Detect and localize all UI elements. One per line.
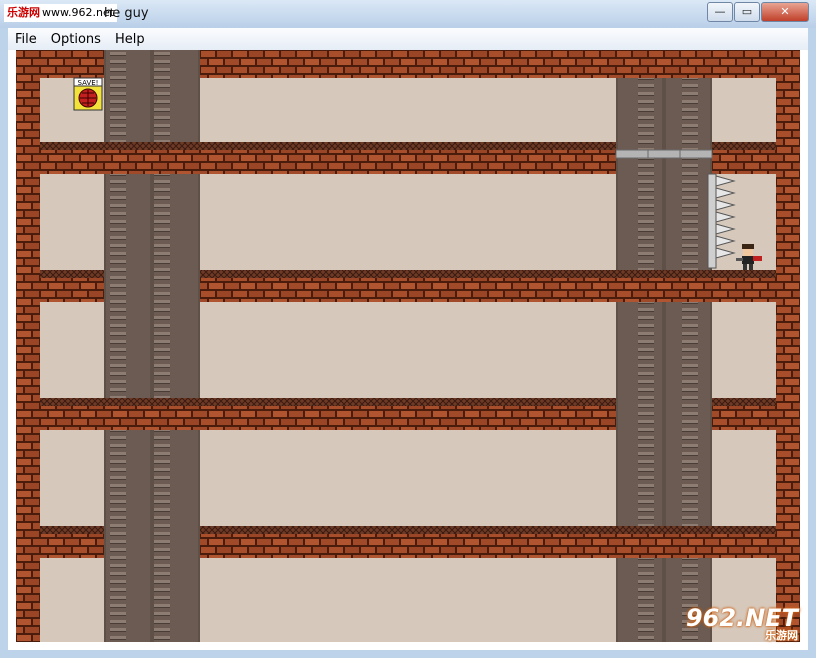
game-viewport[interactable]: SAVE! 962.NET 乐游网 (8, 50, 808, 650)
minimize-button[interactable]: — (707, 2, 733, 22)
menu-help[interactable]: Help (108, 32, 152, 47)
logo-subtext: 乐游网 (765, 629, 798, 642)
steel-bridge (615, 149, 713, 159)
spike-trap (707, 173, 736, 269)
menu-file[interactable]: File (8, 32, 44, 47)
menu-bar: File Options Help (8, 28, 808, 51)
pillars (104, 50, 712, 650)
level-canvas: SAVE! (8, 50, 808, 650)
player-kid (736, 244, 762, 270)
watermark-tag: 乐游网 (7, 6, 40, 19)
logo-text: 962.NET (685, 604, 798, 632)
left-wall (8, 50, 40, 650)
save-point: SAVE! (73, 77, 103, 111)
window-title: he guy (104, 6, 149, 21)
menu-options[interactable]: Options (44, 32, 108, 47)
site-logo: 962.NET 乐游网 (668, 602, 798, 646)
right-wall (776, 50, 808, 650)
close-button[interactable]: ✕ (761, 2, 809, 22)
save-label: SAVE! (78, 79, 99, 87)
title-bar: 乐游网 www.962.net he guy — ▭ ✕ (0, 0, 816, 28)
maximize-button[interactable]: ▭ (734, 2, 760, 22)
watermark: 乐游网 www.962.net (4, 4, 118, 22)
